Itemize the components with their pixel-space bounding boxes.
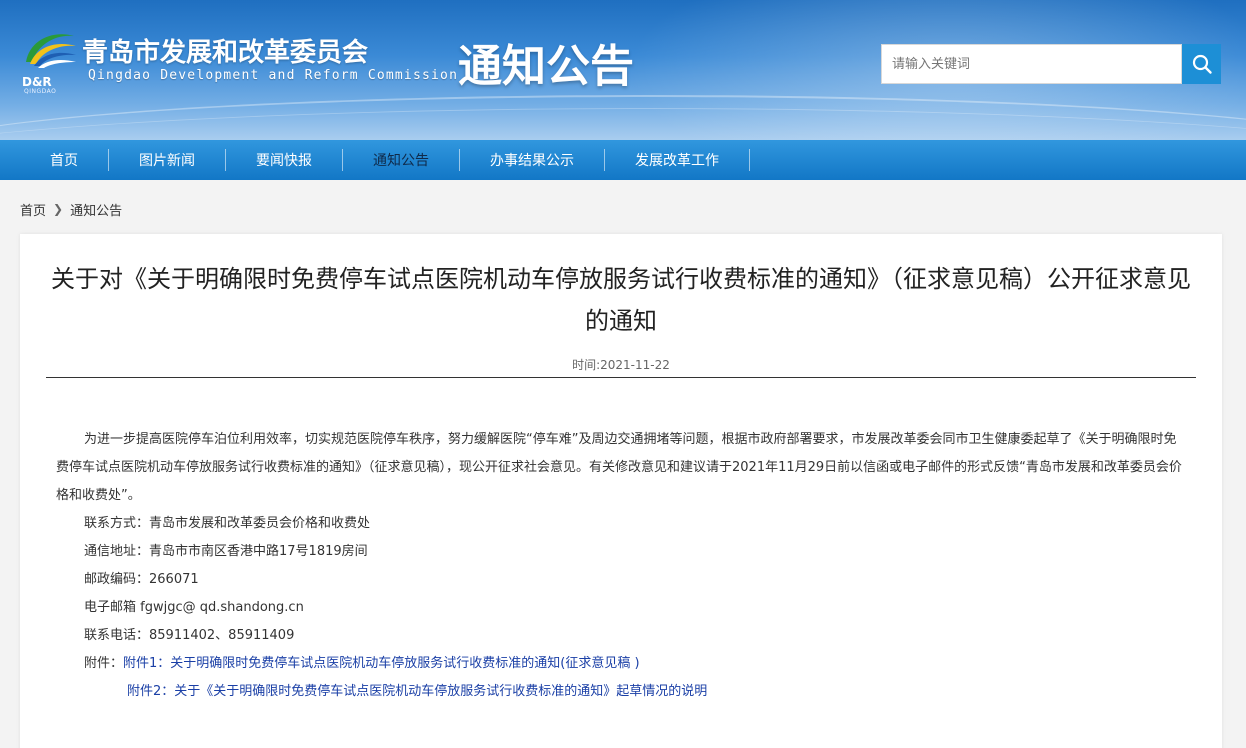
search-icon [1192, 54, 1212, 74]
nav-item-photo-news[interactable]: 图片新闻 [109, 140, 225, 180]
logo-subtext: QINGDAO [24, 88, 57, 95]
phone-info: 联系电话：85911402、85911409 [84, 628, 295, 643]
search-button[interactable] [1182, 44, 1221, 84]
nav-item-results[interactable]: 办事结果公示 [460, 140, 604, 180]
logo-text: D&R [22, 75, 52, 89]
attachment-link-2[interactable]: 附件2：关于《关于明确限时免费停车试点医院机动车停放服务试行收费标准的通知》起草… [127, 684, 707, 699]
attachments-row-2: 附件2：关于《关于明确限时免费停车试点医院机动车停放服务试行收费标准的通知》起草… [56, 678, 1186, 706]
article-date: 时间:2021-11-22 [572, 358, 670, 372]
chevron-right-icon: ❯ [53, 202, 64, 216]
breadcrumb: 首页 ❯ 通知公告 [20, 200, 122, 219]
breadcrumb-home[interactable]: 首页 [20, 200, 46, 219]
breadcrumb-current[interactable]: 通知公告 [70, 200, 122, 219]
contact-info: 联系方式：青岛市发展和改革委员会价格和收费处 [84, 516, 371, 531]
nav-item-reform-work[interactable]: 发展改革工作 [605, 140, 749, 180]
article-body: 为进一步提高医院停车泊位利用效率，切实规范医院停车秩序，努力缓解医院“停车难”及… [56, 426, 1186, 706]
article-card: 关于对《关于明确限时免费停车试点医院机动车停放服务试行收费标准的通知》（征求意见… [20, 234, 1222, 748]
postcode-info: 邮政编码：266071 [84, 572, 199, 587]
nav-item-notices[interactable]: 通知公告 [343, 140, 459, 180]
logo-icon [26, 34, 76, 68]
main-nav: 首页 图片新闻 要闻快报 通知公告 办事结果公示 发展改革工作 [0, 140, 1246, 180]
org-name-en: Qingdao Development and Reform Commissio… [88, 68, 459, 83]
header-banner: D&R QINGDAO 青岛市发展和改革委员会 Qingdao Developm… [0, 0, 1246, 140]
address-info: 通信地址：青岛市市南区香港中路17号1819房间 [84, 544, 368, 559]
nav-item-home[interactable]: 首页 [20, 140, 108, 180]
section-title: 通知公告 [458, 41, 634, 92]
attachment-link-1[interactable]: 附件1：关于明确限时免费停车试点医院机动车停放服务试行收费标准的通知(征求意见稿… [123, 656, 640, 671]
article-paragraph: 为进一步提高医院停车泊位利用效率，切实规范医院停车秩序，努力缓解医院“停车难”及… [56, 432, 1182, 503]
article-title: 关于对《关于明确限时免费停车试点医院机动车停放服务试行收费标准的通知》（征求意见… [51, 265, 1191, 335]
attachments-row: 附件：附件1：关于明确限时免费停车试点医院机动车停放服务试行收费标准的通知(征求… [56, 650, 1186, 678]
email-info: 电子邮箱 fgwjgc@ qd.shandong.cn [84, 600, 304, 615]
nav-separator [749, 149, 750, 171]
title-divider [46, 377, 1196, 378]
nav-item-news-brief[interactable]: 要闻快报 [226, 140, 342, 180]
org-name: 青岛市发展和改革委员会 [82, 38, 369, 68]
attachments-label: 附件： [84, 656, 124, 671]
search-input[interactable] [881, 44, 1182, 84]
